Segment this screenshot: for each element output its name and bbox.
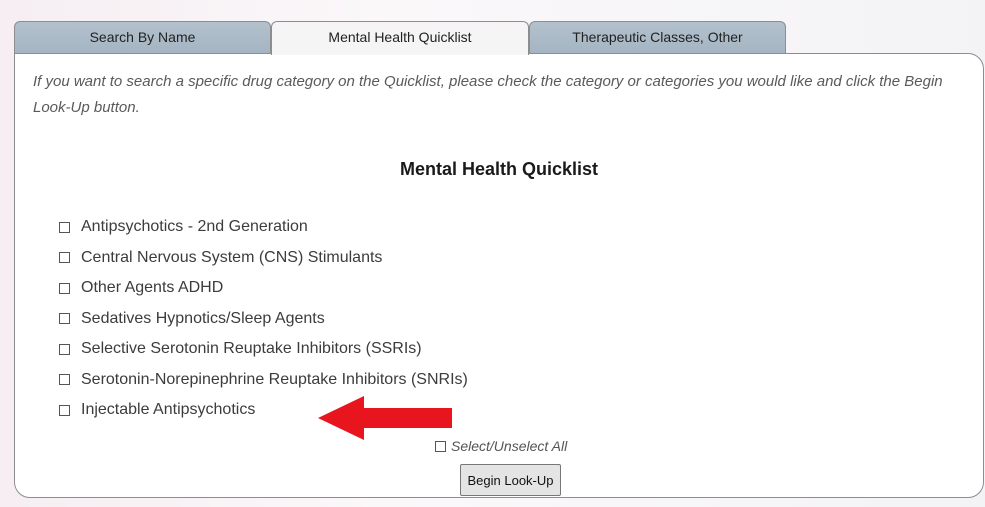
category-item-antipsychotics-2nd-gen[interactable]: Antipsychotics - 2nd Generation bbox=[59, 212, 468, 243]
category-checkbox[interactable] bbox=[59, 221, 70, 233]
quicklist-panel: If you want to search a specific drug ca… bbox=[14, 53, 984, 498]
tab-bar: Search By Name Mental Health Quicklist T… bbox=[14, 21, 786, 55]
annotation-arrow-shape bbox=[318, 396, 452, 440]
category-label: Antipsychotics - 2nd Generation bbox=[81, 218, 308, 236]
intro-text: If you want to search a specific drug ca… bbox=[33, 73, 943, 116]
begin-lookup-button[interactable]: Begin Look-Up bbox=[460, 464, 561, 496]
category-label: Selective Serotonin Reuptake Inhibitors … bbox=[81, 340, 422, 358]
category-item-ssris[interactable]: Selective Serotonin Reuptake Inhibitors … bbox=[59, 334, 468, 365]
category-label: Serotonin-Norepinephrine Reuptake Inhibi… bbox=[81, 370, 468, 388]
category-item-cns-stimulants[interactable]: Central Nervous System (CNS) Stimulants bbox=[59, 243, 468, 274]
red-arrow-icon bbox=[318, 396, 452, 440]
category-checkbox[interactable] bbox=[59, 404, 70, 416]
category-checkbox[interactable] bbox=[59, 252, 70, 264]
category-checkbox[interactable] bbox=[59, 282, 70, 294]
category-label: Sedatives Hypnotics/Sleep Agents bbox=[81, 309, 325, 327]
category-item-snris[interactable]: Serotonin-Norepinephrine Reuptake Inhibi… bbox=[59, 365, 468, 396]
select-all-checkbox[interactable] bbox=[435, 440, 446, 452]
tab-mental-health-quicklist[interactable]: Mental Health Quicklist bbox=[271, 21, 529, 55]
select-all-label: Select/Unselect All bbox=[451, 438, 568, 454]
tab-therapeutic-classes-other[interactable]: Therapeutic Classes, Other bbox=[529, 21, 786, 54]
category-list: Antipsychotics - 2nd Generation Central … bbox=[59, 212, 468, 426]
select-all-toggle[interactable]: Select/Unselect All bbox=[435, 438, 567, 454]
category-label: Central Nervous System (CNS) Stimulants bbox=[81, 248, 383, 266]
category-label: Other Agents ADHD bbox=[81, 279, 224, 297]
category-item-other-agents-adhd[interactable]: Other Agents ADHD bbox=[59, 273, 468, 304]
category-label: Injectable Antipsychotics bbox=[81, 401, 256, 419]
category-item-sedatives-hypnotics[interactable]: Sedatives Hypnotics/Sleep Agents bbox=[59, 304, 468, 335]
section-title: Mental Health Quicklist bbox=[399, 159, 599, 179]
category-checkbox[interactable] bbox=[59, 343, 70, 355]
tab-search-by-name[interactable]: Search By Name bbox=[14, 21, 271, 54]
category-checkbox[interactable] bbox=[59, 374, 70, 386]
category-checkbox[interactable] bbox=[59, 313, 70, 325]
